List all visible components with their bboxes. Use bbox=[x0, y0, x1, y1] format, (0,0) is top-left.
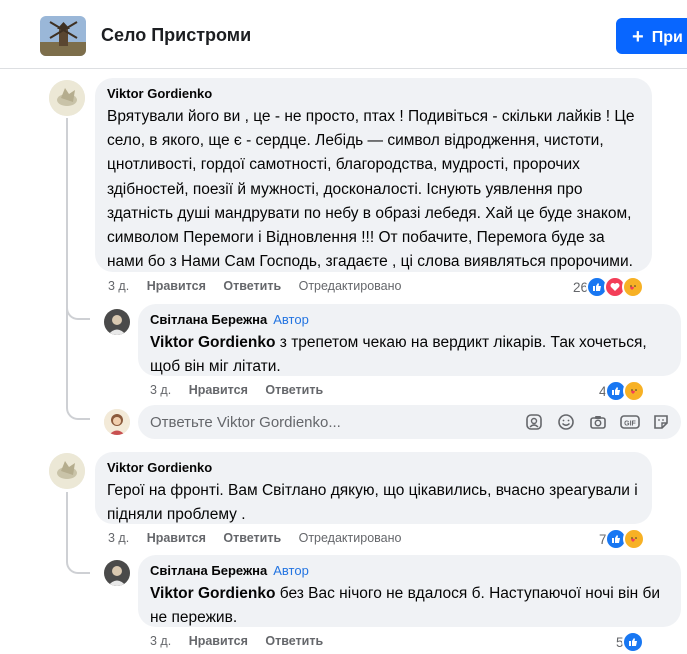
reply-button[interactable]: Ответить bbox=[223, 279, 281, 293]
reply-author-name[interactable]: Світлана Бережна bbox=[150, 563, 267, 578]
camera-icon[interactable] bbox=[589, 413, 607, 431]
reaction-summary[interactable]: 7 bbox=[599, 528, 645, 550]
reply-input[interactable]: Ответьте Viktor Gordienko... GIF bbox=[138, 405, 681, 439]
plus-icon: + bbox=[632, 26, 644, 48]
like-button[interactable]: Нравится bbox=[147, 279, 206, 293]
reply-time[interactable]: 3 д. bbox=[150, 634, 171, 648]
reply-actions: 3 д. Нравится Ответить bbox=[150, 383, 337, 397]
current-user-avatar[interactable] bbox=[104, 409, 130, 435]
like-button[interactable]: Нравится bbox=[147, 531, 206, 545]
group-avatar[interactable] bbox=[40, 16, 86, 56]
thread-connector bbox=[66, 398, 90, 420]
edited-label: Отредактировано bbox=[298, 531, 402, 545]
reaction-summary[interactable]: 5 bbox=[616, 631, 644, 653]
like-icon bbox=[621, 631, 644, 653]
avatar[interactable] bbox=[104, 560, 130, 586]
group-name[interactable]: Село Пристроми bbox=[101, 25, 251, 46]
thread-line bbox=[66, 492, 68, 552]
like-button[interactable]: Нравится bbox=[189, 634, 248, 648]
reply-button[interactable]: Ответить bbox=[265, 383, 323, 397]
author-badge: Автор bbox=[273, 563, 309, 578]
comment-bubble: Viktor Gordienko Герої на фронті. Вам Св… bbox=[95, 452, 652, 524]
reply-bubble: Світлана Бережна Автор Viktor Gordienko з… bbox=[138, 304, 681, 376]
comment-time[interactable]: 3 д. bbox=[108, 531, 129, 545]
care-icon bbox=[622, 528, 645, 550]
reply-text: Viktor Gordienko без Вас нічого не вдало… bbox=[150, 582, 669, 630]
sticker-avatar-icon[interactable] bbox=[525, 413, 543, 431]
reply-text: Viktor Gordienko з трепетом чекаю на вер… bbox=[150, 331, 669, 379]
join-button-label: При bbox=[651, 29, 683, 46]
care-icon bbox=[622, 276, 645, 298]
reply-bubble: Світлана Бережна Автор Viktor Gordienko б… bbox=[138, 555, 681, 627]
reply-author-name[interactable]: Світлана Бережна bbox=[150, 312, 267, 327]
comment-text: Врятували його ви , це - не просто, птах… bbox=[107, 108, 635, 271]
edited-label: Отредактировано bbox=[298, 279, 402, 293]
reply-input-placeholder: Ответьте Viktor Gordienko... bbox=[150, 414, 341, 431]
sticker-icon[interactable] bbox=[652, 413, 670, 431]
avatar[interactable] bbox=[49, 80, 85, 116]
comment-time[interactable]: 3 д. bbox=[108, 279, 129, 293]
care-icon bbox=[622, 380, 645, 402]
mention-link[interactable]: Viktor Gordienko bbox=[150, 334, 275, 351]
reply-button[interactable]: Ответить bbox=[265, 634, 323, 648]
comment-bubble: Viktor Gordienko Врятували його ви , це … bbox=[95, 78, 652, 272]
thread-line bbox=[66, 118, 68, 408]
mention-link[interactable]: Viktor Gordienko bbox=[150, 585, 275, 602]
thread-connector bbox=[66, 546, 90, 574]
reaction-summary[interactable]: 26 bbox=[573, 276, 645, 298]
reply-author: Світлана Бережна Автор bbox=[150, 563, 669, 579]
svg-text:GIF: GIF bbox=[624, 421, 636, 428]
reply-button[interactable]: Ответить bbox=[223, 531, 281, 545]
reply-actions: 3 д. Нравится Ответить bbox=[150, 634, 337, 648]
comment-author[interactable]: Viktor Gordienko bbox=[107, 460, 640, 476]
thread-connector bbox=[66, 298, 90, 320]
avatar[interactable] bbox=[49, 453, 85, 489]
join-group-button[interactable]: + При bbox=[616, 18, 687, 54]
emoji-icon[interactable] bbox=[557, 413, 575, 431]
author-badge: Автор bbox=[273, 312, 309, 327]
group-header: Село Пристроми + При bbox=[0, 0, 687, 69]
avatar[interactable] bbox=[104, 309, 130, 335]
comment-text: Герої на фронті. Вам Світлано дякую, що … bbox=[107, 482, 638, 524]
reply-time[interactable]: 3 д. bbox=[150, 383, 171, 397]
reply-author: Світлана Бережна Автор bbox=[150, 312, 669, 328]
comment-author[interactable]: Viktor Gordienko bbox=[107, 86, 640, 102]
gif-icon[interactable]: GIF bbox=[620, 413, 640, 431]
comment-actions: 3 д. Нравится Ответить Отредактировано bbox=[108, 279, 415, 293]
comment-actions: 3 д. Нравится Ответить Отредактировано bbox=[108, 531, 415, 545]
reaction-summary[interactable]: 4 bbox=[599, 380, 645, 402]
like-button[interactable]: Нравится bbox=[189, 383, 248, 397]
